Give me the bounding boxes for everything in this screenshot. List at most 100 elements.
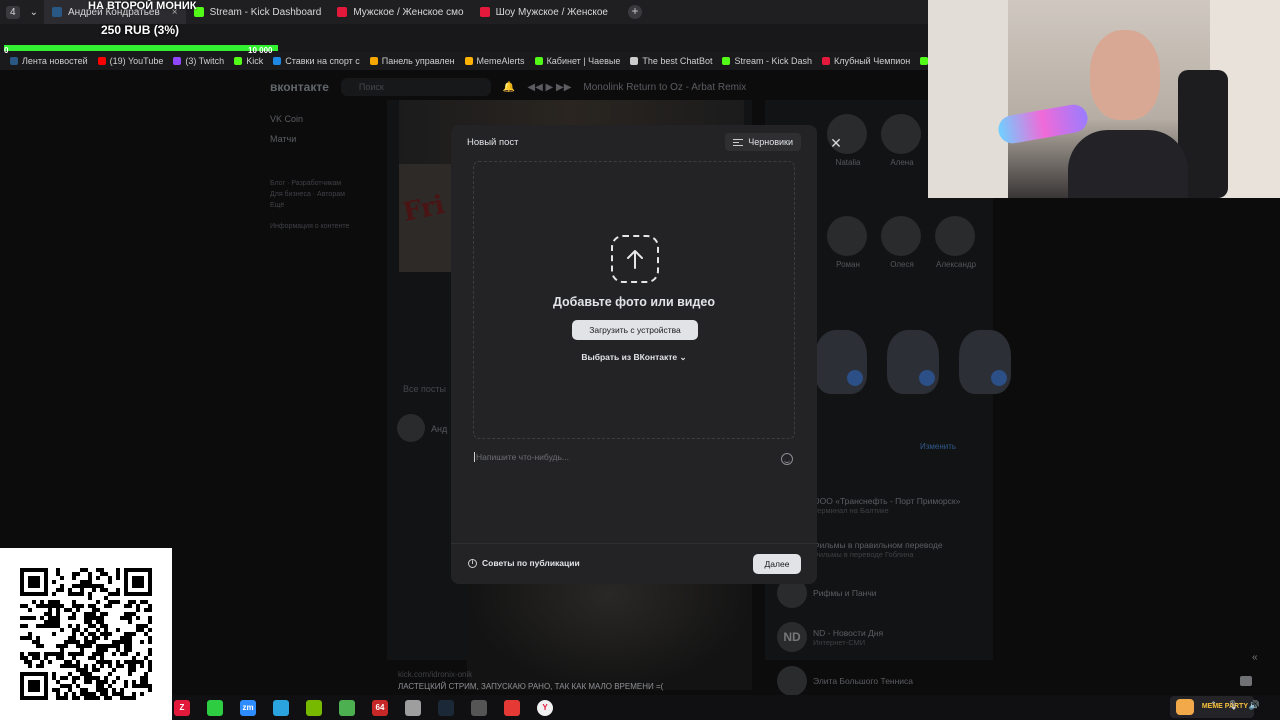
- bookmark-favicon-icon: [273, 57, 282, 65]
- friends-row-2: Роман Олеся Александр: [827, 216, 977, 269]
- media-dropzone[interactable]: Добавьте фото или видео Загрузить с устр…: [473, 161, 795, 439]
- chevron-down-icon: ⌄: [679, 352, 687, 362]
- bookmark-favicon-icon: [369, 57, 378, 65]
- bookmark-favicon-icon: [173, 57, 182, 65]
- emoji-icon[interactable]: [781, 453, 793, 465]
- bookmark-item[interactable]: Клубный Чемпион: [821, 56, 910, 66]
- address-bar-area[interactable]: [0, 24, 928, 52]
- new-post-modal: Новый пост Черновики Добавьте фото или в…: [451, 125, 817, 584]
- group-avatar: [777, 666, 807, 696]
- post-link[interactable]: kick.com/idronix-onik: [398, 670, 472, 679]
- vk-left-menu: VK Coin Матчи Блог · Разработчикам Для б…: [270, 114, 380, 234]
- post-author-name[interactable]: Анд: [431, 424, 447, 434]
- bookmark-item[interactable]: (19) YouTube: [97, 56, 163, 66]
- feed-story-image: Fri: [399, 164, 457, 272]
- all-posts-tab[interactable]: Все посты: [403, 384, 446, 394]
- z-app-icon[interactable]: Z: [174, 699, 190, 716]
- telegram-icon[interactable]: [273, 699, 289, 716]
- close-icon[interactable]: ✕: [828, 135, 844, 151]
- kick-icon: [193, 7, 204, 17]
- player-track: Monolink Return to Oz - Arbat Remix: [583, 81, 747, 93]
- post-author-avatar[interactable]: [397, 414, 425, 442]
- collapse-icon[interactable]: «: [1252, 652, 1258, 663]
- close-tab-icon[interactable]: ×: [172, 7, 178, 18]
- chevron-up-icon[interactable]: ⌃: [1210, 700, 1218, 711]
- avatar: [827, 216, 867, 256]
- battery-app-icon[interactable]: [207, 699, 223, 716]
- info-icon: i: [468, 558, 477, 568]
- vk-icon: [51, 7, 62, 17]
- yandex-browser-icon[interactable]: Y: [537, 699, 553, 716]
- drafts-button[interactable]: Черновики: [725, 133, 801, 151]
- friend-aleksandr[interactable]: Александр: [935, 216, 977, 269]
- browser-tab-show1[interactable]: Мужское / Женское смо: [329, 0, 471, 24]
- bookmark-item[interactable]: MemeAlerts: [464, 56, 525, 66]
- footer-link-business[interactable]: Для бизнеса · Авторам: [270, 191, 380, 198]
- group-item[interactable]: Элита Большого Тенниса: [777, 666, 987, 696]
- bookmark-favicon-icon: [821, 57, 830, 65]
- browser-tab-kick[interactable]: Stream - Kick Dashboard: [186, 0, 330, 24]
- microphone-icon[interactable]: 🎙: [1227, 700, 1238, 711]
- zoom-icon[interactable]: zm: [240, 699, 256, 716]
- volume-icon[interactable]: 🔊: [1249, 700, 1260, 711]
- bookmark-favicon-icon: [534, 57, 543, 65]
- avatar: [881, 114, 921, 154]
- bookmark-favicon-icon: [920, 57, 928, 65]
- choose-from-vk-button[interactable]: Выбрать из ВКонтакте ⌄: [474, 352, 794, 363]
- vk-logo[interactable]: вконтакте: [270, 80, 329, 94]
- bell-icon[interactable]: 🔔: [503, 82, 515, 93]
- post-text-input[interactable]: Напишите что-нибудь...: [474, 452, 569, 462]
- vk-header: вконтакте Поиск 🔔 ◀◀ ▶ ▶▶ Monolink Retur…: [270, 75, 990, 99]
- bookmark-item[interactable]: Спо: [920, 56, 928, 66]
- bookmark-item[interactable]: (3) Twitch: [173, 56, 224, 66]
- bookmark-favicon-icon: [97, 57, 106, 65]
- menu-item-matches[interactable]: Матчи: [270, 134, 380, 144]
- bookmark-item[interactable]: Кабинет | Чаевые: [534, 56, 620, 66]
- nvidia-icon[interactable]: [306, 699, 322, 716]
- sticker-bear[interactable]: [815, 330, 867, 394]
- footer-link-info[interactable]: Информация о контенте: [270, 223, 380, 230]
- chat-icon[interactable]: [1240, 676, 1252, 686]
- friend-roman[interactable]: Роман: [827, 216, 869, 269]
- bookmark-favicon-icon: [10, 57, 18, 65]
- sticker-bear[interactable]: [887, 330, 939, 394]
- browser-tab-vk[interactable]: Андрей Кондратьев ×: [43, 0, 186, 24]
- r-icon: [337, 7, 348, 17]
- post-text: ЛАСТЕЦКИЙ СТРИМ, ЗАПУСКАЮ РАНО, ТАК КАК …: [398, 682, 664, 691]
- tab-count[interactable]: 4 ⌄: [0, 0, 44, 24]
- browser-tab-show2[interactable]: Шоу Мужское / Женское: [472, 0, 616, 24]
- streamer: [1068, 20, 1188, 198]
- menu-item-vkcoin[interactable]: VK Coin: [270, 114, 380, 124]
- bookmark-item[interactable]: Stream - Kick Dash: [722, 56, 812, 66]
- bookmark-item[interactable]: Kick: [234, 56, 263, 66]
- next-button[interactable]: Далее: [753, 554, 801, 574]
- footer-link-blog[interactable]: Блог · Разработчикам: [270, 180, 380, 187]
- webcam-overlay: [928, 0, 1280, 198]
- friend-olesya[interactable]: Олеся: [881, 216, 923, 269]
- bookmark-favicon-icon: [234, 57, 243, 65]
- browser-tab-strip: 4 ⌄ Андрей Кондратьев × Stream - Kick Dash…: [0, 0, 928, 24]
- chip-icon[interactable]: [471, 699, 487, 716]
- counter-app-icon[interactable]: 64: [372, 699, 388, 716]
- sticker-bear[interactable]: [959, 330, 1011, 394]
- vk-search-input[interactable]: Поиск: [340, 78, 491, 96]
- bookmark-item[interactable]: Ставки на спорт с: [273, 56, 360, 66]
- upload-arrow-icon: [611, 235, 659, 283]
- change-link[interactable]: Изменить: [920, 442, 956, 451]
- modal-title: Новый пост: [467, 137, 519, 148]
- qr-code: [0, 548, 172, 720]
- upload-from-device-button[interactable]: Загрузить с устройства: [572, 320, 698, 340]
- player-controls[interactable]: ◀◀ ▶ ▶▶: [527, 82, 571, 93]
- bookmark-item[interactable]: Лента новостей: [10, 56, 88, 66]
- footer-link-more[interactable]: Ещё: [270, 202, 380, 209]
- files-icon[interactable]: [405, 699, 421, 716]
- map-app-icon[interactable]: [339, 699, 355, 716]
- obs-icon[interactable]: [504, 699, 520, 716]
- group-item[interactable]: ND ND - Новости Дня Интернет-СМИ: [777, 622, 987, 652]
- new-tab-button[interactable]: +: [627, 5, 642, 19]
- bookmark-item[interactable]: The best ChatBot: [630, 56, 712, 66]
- steam-icon[interactable]: [438, 699, 454, 716]
- publishing-tips-link[interactable]: i Советы по публикации: [468, 558, 580, 568]
- friend-alena[interactable]: Алена: [881, 114, 923, 167]
- bookmark-item[interactable]: Панель управлен: [369, 56, 455, 66]
